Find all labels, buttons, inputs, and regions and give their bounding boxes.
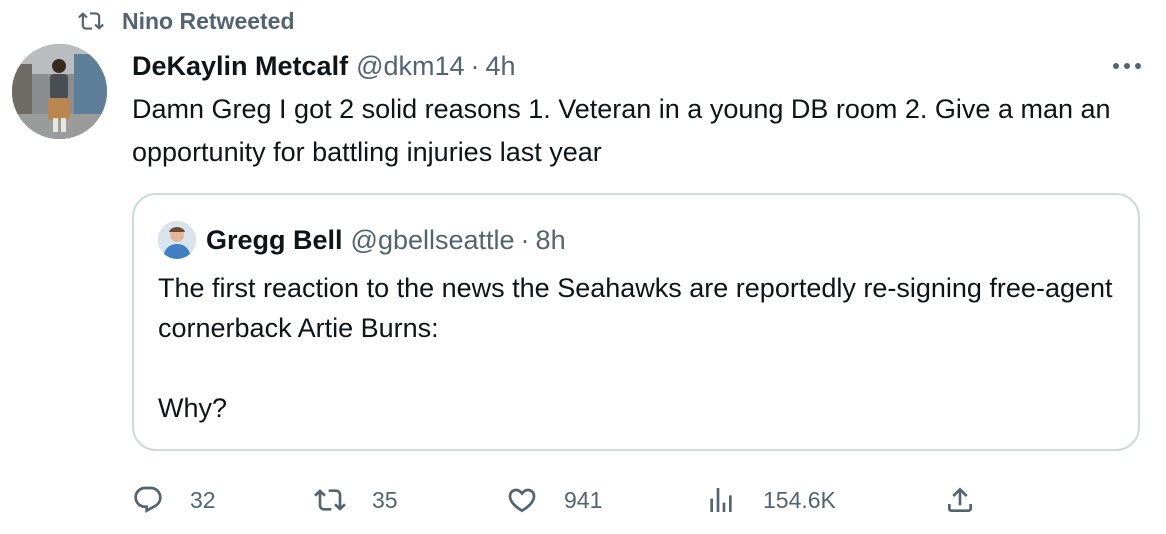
separator-dot: · xyxy=(470,50,480,81)
quoted-tweet[interactable]: Gregg Bell @gbellseattle · 8h The first … xyxy=(132,193,1140,451)
quoted-separator-dot: · xyxy=(520,224,530,255)
quoted-tweet-time[interactable]: 8h xyxy=(536,225,566,256)
quoted-author-handle[interactable]: @gbellseattle xyxy=(351,225,515,256)
retweet-count: 35 xyxy=(372,486,398,513)
retweet-banner-text[interactable]: Nino Retweeted xyxy=(122,8,295,35)
tweet-header: DeKaylin Metcalf @dkm14 · 4h xyxy=(132,48,516,84)
quoted-tweet-header: Gregg Bell @gbellseattle · 8h xyxy=(158,221,566,259)
views-button[interactable]: 154.6K xyxy=(705,478,836,522)
author-handle[interactable]: @dkm14 xyxy=(356,51,464,82)
retweet-icon xyxy=(78,12,104,30)
more-options-button[interactable] xyxy=(1110,52,1144,80)
author-name[interactable]: DeKaylin Metcalf xyxy=(132,51,348,82)
quoted-author-name[interactable]: Gregg Bell xyxy=(206,225,343,256)
share-button[interactable] xyxy=(944,478,976,522)
reply-button[interactable]: 32 xyxy=(132,478,216,522)
like-count: 941 xyxy=(564,486,603,513)
reply-icon xyxy=(134,486,162,513)
more-options-icon xyxy=(1113,63,1141,69)
heart-icon xyxy=(508,488,536,513)
author-avatar[interactable] xyxy=(12,44,107,139)
views-count: 154.6K xyxy=(763,486,836,513)
tweet-actions: 32 35 941 154.6K xyxy=(0,478,1166,522)
like-button[interactable]: 941 xyxy=(506,478,602,522)
quoted-author-avatar[interactable] xyxy=(158,221,196,259)
tweet-text: Damn Greg I got 2 solid reasons 1. Veter… xyxy=(132,94,1111,167)
retweet-button[interactable]: 35 xyxy=(314,478,398,522)
tweet-time[interactable]: 4h xyxy=(486,51,516,82)
quoted-tweet-text-line: Why? xyxy=(158,393,228,423)
reply-count: 32 xyxy=(190,486,216,513)
quoted-tweet-text: The first reaction to the news the Seaha… xyxy=(158,268,1118,428)
quoted-tweet-text-line: The first reaction to the news the Seaha… xyxy=(158,273,1113,343)
retweet-banner: Nino Retweeted xyxy=(78,6,295,36)
retweet-icon xyxy=(314,489,346,511)
share-icon xyxy=(948,487,972,512)
views-icon xyxy=(710,488,732,512)
